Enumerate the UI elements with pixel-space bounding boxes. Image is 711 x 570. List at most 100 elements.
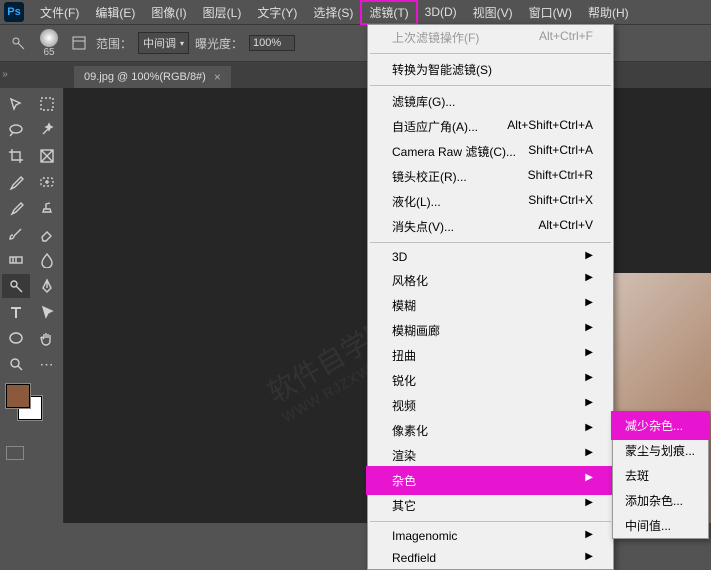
- eyedropper-tool[interactable]: [2, 170, 30, 194]
- submenu-despeckle[interactable]: 去斑: [613, 463, 708, 488]
- submenu-arrow-icon: ▶: [585, 297, 593, 314]
- menu-video-sub[interactable]: 视频▶: [368, 393, 613, 418]
- exposure-label: 曝光度：: [195, 35, 243, 52]
- menu-separator: [370, 53, 611, 54]
- brush-size-value: 65: [43, 47, 54, 58]
- menu-filter[interactable]: 滤镜(T): [361, 1, 416, 24]
- document-title: 09.jpg @ 100%(RGB/8#): [84, 71, 206, 83]
- submenu-arrow-icon: ▶: [585, 447, 593, 464]
- blur-tool[interactable]: [33, 248, 61, 272]
- submenu-median[interactable]: 中间值...: [613, 513, 708, 538]
- menu-3d-sub[interactable]: 3D▶: [368, 246, 613, 268]
- color-swatches[interactable]: [6, 384, 46, 424]
- range-value: 中间调: [143, 35, 176, 51]
- brush-preset-picker[interactable]: 65: [36, 29, 62, 58]
- menu-vanishing-point[interactable]: 消失点(V)...Alt+Ctrl+V: [368, 214, 613, 239]
- menu-3d[interactable]: 3D(D): [417, 2, 465, 22]
- submenu-arrow-icon: ▶: [585, 551, 593, 565]
- menu-other-sub[interactable]: 其它▶: [368, 493, 613, 518]
- menu-type[interactable]: 文字(Y): [249, 1, 305, 24]
- eraser-tool[interactable]: [33, 222, 61, 246]
- submenu-dust-scratches[interactable]: 蒙尘与划痕...: [613, 438, 708, 463]
- menu-separator: [370, 242, 611, 243]
- range-label: 范围：: [96, 35, 132, 52]
- healing-brush-tool[interactable]: [33, 170, 61, 194]
- app-logo: Ps: [4, 2, 24, 22]
- menu-help[interactable]: 帮助(H): [580, 1, 637, 24]
- menu-blur-sub[interactable]: 模糊▶: [368, 293, 613, 318]
- brush-tool[interactable]: [2, 196, 30, 220]
- path-select-tool[interactable]: [33, 300, 61, 324]
- frame-tool[interactable]: [33, 144, 61, 168]
- chevron-down-icon: ▾: [180, 39, 184, 48]
- submenu-reduce-noise[interactable]: 减少杂色...: [613, 413, 708, 438]
- submenu-arrow-icon: ▶: [585, 322, 593, 339]
- menu-camera-raw[interactable]: Camera Raw 滤镜(C)...Shift+Ctrl+A: [368, 139, 613, 164]
- submenu-arrow-icon: ▶: [585, 372, 593, 389]
- tool-preset-picker[interactable]: [6, 31, 30, 55]
- marquee-tool[interactable]: [33, 92, 61, 116]
- menu-bar: Ps 文件(F) 编辑(E) 图像(I) 图层(L) 文字(Y) 选择(S) 滤…: [0, 0, 711, 24]
- panel-icon: [71, 35, 87, 51]
- shape-tool[interactable]: [2, 326, 30, 350]
- menu-separator: [370, 521, 611, 522]
- gradient-tool[interactable]: [2, 248, 30, 272]
- type-tool[interactable]: [2, 300, 30, 324]
- menu-last-filter[interactable]: 上次滤镜操作(F) Alt+Ctrl+F: [368, 25, 613, 50]
- dodge-tool[interactable]: [2, 274, 30, 298]
- panel-collapse-handle[interactable]: »: [0, 64, 10, 84]
- submenu-arrow-icon: ▶: [585, 272, 593, 289]
- menu-image[interactable]: 图像(I): [143, 1, 194, 24]
- submenu-arrow-icon: ▶: [585, 497, 593, 514]
- filter-menu-dropdown: 上次滤镜操作(F) Alt+Ctrl+F 转换为智能滤镜(S) 滤镜库(G)..…: [367, 24, 614, 570]
- menu-imagenomic-sub[interactable]: Imagenomic▶: [368, 525, 613, 547]
- document-tab[interactable]: 09.jpg @ 100%(RGB/8#) ×: [74, 66, 231, 88]
- hand-tool[interactable]: [33, 326, 61, 350]
- submenu-arrow-icon: ▶: [585, 529, 593, 543]
- menu-separator: [370, 85, 611, 86]
- dodge-icon: [10, 35, 26, 51]
- submenu-arrow-icon: ▶: [585, 422, 593, 439]
- submenu-arrow-icon: ▶: [585, 347, 593, 364]
- quickmask-icon: [6, 446, 24, 460]
- menu-distort-sub[interactable]: 扭曲▶: [368, 343, 613, 368]
- zoom-tool[interactable]: [2, 352, 30, 376]
- menu-lens-correction[interactable]: 镜头校正(R)...Shift+Ctrl+R: [368, 164, 613, 189]
- menu-edit[interactable]: 编辑(E): [87, 1, 143, 24]
- menu-window[interactable]: 窗口(W): [521, 1, 580, 24]
- lasso-tool[interactable]: [2, 118, 30, 142]
- submenu-arrow-icon: ▶: [585, 397, 593, 414]
- menu-sharpen-sub[interactable]: 锐化▶: [368, 368, 613, 393]
- submenu-add-noise[interactable]: 添加杂色...: [613, 488, 708, 513]
- clone-stamp-tool[interactable]: [33, 196, 61, 220]
- menu-stylize-sub[interactable]: 风格化▶: [368, 268, 613, 293]
- submenu-arrow-icon: ▶: [585, 250, 593, 264]
- range-select[interactable]: 中间调 ▾: [138, 32, 189, 54]
- foreground-color-swatch[interactable]: [6, 384, 30, 408]
- brush-panel-toggle[interactable]: [68, 32, 90, 54]
- menu-noise-sub[interactable]: 杂色▶: [368, 468, 613, 493]
- menu-view[interactable]: 视图(V): [465, 1, 521, 24]
- menu-liquify[interactable]: 液化(L)...Shift+Ctrl+X: [368, 189, 613, 214]
- brush-preview-icon: [40, 29, 58, 47]
- edit-toolbar[interactable]: ⋯: [33, 352, 61, 376]
- toolbox: ⋯: [0, 88, 64, 523]
- menu-layer[interactable]: 图层(L): [195, 1, 250, 24]
- close-tab-icon[interactable]: ×: [214, 70, 221, 84]
- menu-blur-gallery-sub[interactable]: 模糊画廊▶: [368, 318, 613, 343]
- pen-tool[interactable]: [33, 274, 61, 298]
- menu-select[interactable]: 选择(S): [305, 1, 361, 24]
- menu-pixelate-sub[interactable]: 像素化▶: [368, 418, 613, 443]
- menu-adaptive-wide-angle[interactable]: 自适应广角(A)...Alt+Shift+Ctrl+A: [368, 114, 613, 139]
- menu-redfield-sub[interactable]: Redfield▶: [368, 547, 613, 569]
- magic-wand-tool[interactable]: [33, 118, 61, 142]
- history-brush-tool[interactable]: [2, 222, 30, 246]
- menu-convert-smart-filter[interactable]: 转换为智能滤镜(S): [368, 57, 613, 82]
- menu-filter-gallery[interactable]: 滤镜库(G)...: [368, 89, 613, 114]
- menu-file[interactable]: 文件(F): [32, 1, 87, 24]
- move-tool[interactable]: [2, 92, 30, 116]
- quick-mask-toggle[interactable]: [2, 446, 61, 460]
- menu-render-sub[interactable]: 渲染▶: [368, 443, 613, 468]
- exposure-input[interactable]: [249, 35, 295, 51]
- crop-tool[interactable]: [2, 144, 30, 168]
